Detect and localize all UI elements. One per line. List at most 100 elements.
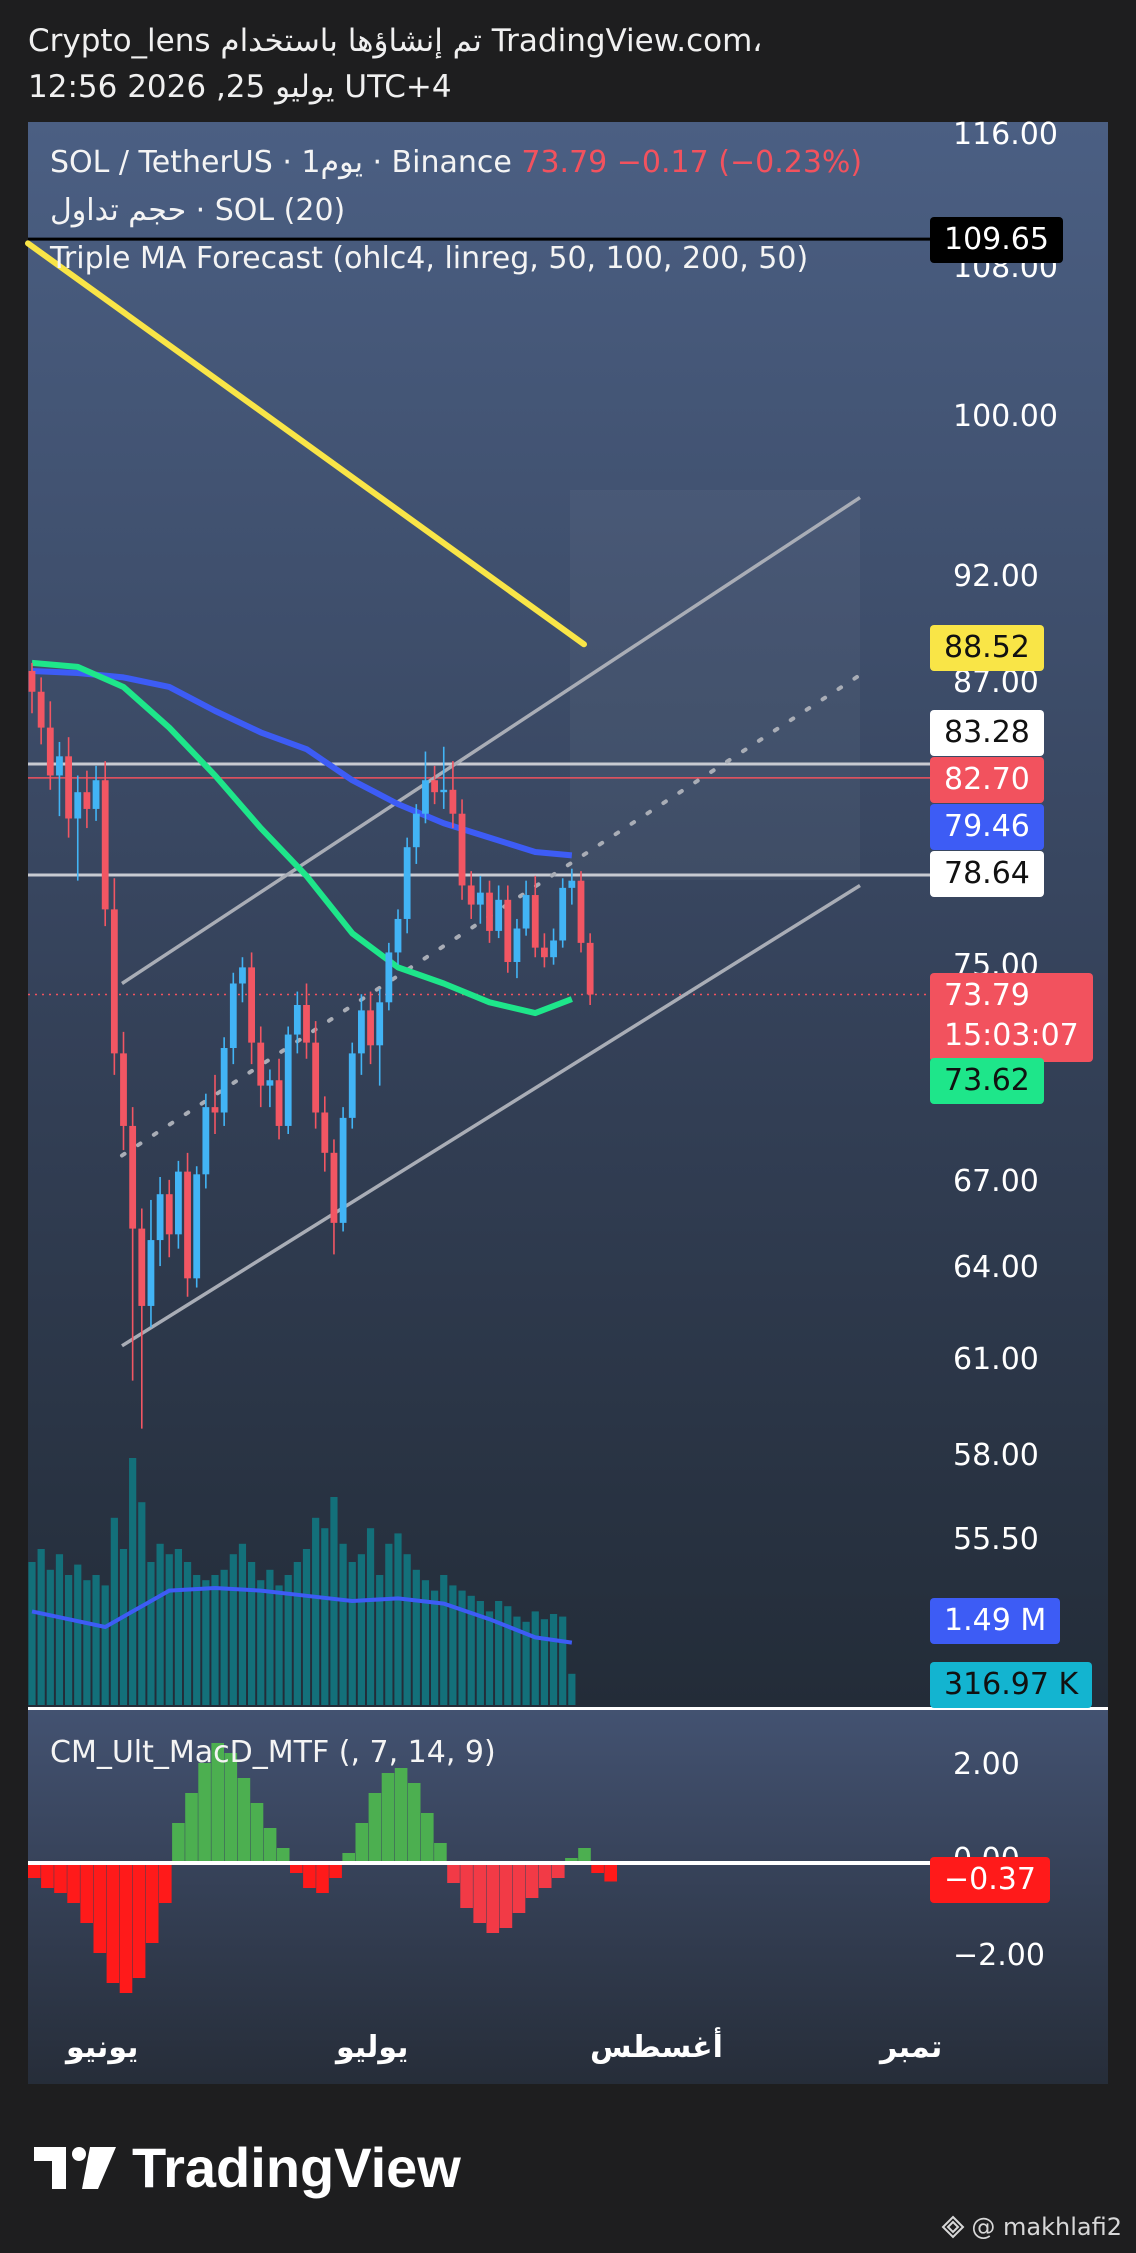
- volume-bar: [101, 1585, 109, 1705]
- volume-bar: [421, 1580, 430, 1705]
- macd-histogram-bar: [93, 1863, 107, 1953]
- volume-bar: [339, 1543, 347, 1705]
- volume-bar: [248, 1562, 256, 1705]
- candle-body: [220, 1048, 228, 1113]
- volume-bar: [275, 1585, 283, 1705]
- price-tick: 116.00: [953, 117, 1058, 152]
- brand-name: TradingView: [132, 2136, 461, 2199]
- candle-body: [175, 1171, 182, 1235]
- volume-bar: [37, 1549, 45, 1705]
- candle-body: [266, 1080, 274, 1086]
- volume-bar: [348, 1562, 356, 1705]
- binance-icon: [941, 2215, 965, 2239]
- volume-bar: [92, 1575, 100, 1705]
- price-tick: 67.00: [953, 1164, 1039, 1199]
- macd-value-tag: −0.37: [930, 1857, 1050, 1903]
- macd-histogram-bar: [381, 1773, 395, 1863]
- candle-body: [486, 892, 493, 931]
- candle-body: [211, 1107, 219, 1113]
- candle-body: [46, 727, 54, 776]
- candle-body: [403, 847, 411, 919]
- tradingview-logo[interactable]: TradingView: [32, 2135, 461, 2200]
- last-price-label: 73.79: [944, 978, 1030, 1013]
- candle-body: [101, 780, 109, 910]
- macd-histogram-bar: [394, 1768, 408, 1863]
- symbol-legend[interactable]: SOL / TetherUS · 1يوم · Binance 73.79 −0…: [50, 145, 862, 180]
- macd-histogram-bar: [303, 1863, 316, 1888]
- macd-histogram-bar: [198, 1763, 211, 1863]
- macd-histogram-bar: [434, 1843, 447, 1863]
- candle-body: [541, 947, 548, 958]
- macd-histogram-bar: [525, 1863, 539, 1898]
- volume-bar: [83, 1580, 91, 1705]
- candle-body: [367, 1010, 374, 1046]
- candle-body: [513, 928, 521, 962]
- candle-body: [165, 1194, 173, 1235]
- candle-body: [321, 1112, 329, 1153]
- candle-body: [467, 885, 475, 905]
- candle-body: [559, 887, 567, 941]
- volume-bar: [74, 1564, 82, 1705]
- candle-body: [37, 691, 45, 728]
- hline-price-tag: 109.65: [930, 217, 1063, 263]
- macd-histogram-bar: [552, 1863, 565, 1878]
- macd-histogram-bar: [172, 1823, 185, 1863]
- volume-bar: [549, 1614, 558, 1705]
- candle-body: [458, 813, 466, 886]
- macd-histogram-bar: [28, 1863, 41, 1878]
- volume-bar: [366, 1528, 375, 1705]
- macd-histogram-bar: [407, 1783, 421, 1863]
- macd-histogram-bar: [486, 1863, 500, 1933]
- candle-body: [248, 967, 255, 1043]
- macd-histogram-bar: [460, 1863, 473, 1908]
- volume-ma-tag: 1.49 M: [930, 1598, 1061, 1644]
- volume-bar: [129, 1458, 137, 1705]
- price-chart[interactable]: [0, 0, 1136, 2253]
- macd-histogram-bar: [54, 1863, 67, 1893]
- macd-histogram-bar: [67, 1863, 80, 1903]
- ma50-tag: 73.62: [930, 1058, 1044, 1104]
- candle-body: [83, 792, 91, 809]
- candle-body: [303, 1005, 310, 1043]
- candle-body: [504, 899, 512, 962]
- macd-legend[interactable]: CM_Ult_MacD_MTF (, 7, 14, 9): [50, 1735, 496, 1770]
- macd-histogram-bar: [316, 1863, 329, 1893]
- candle-body: [577, 880, 585, 943]
- volume-legend[interactable]: حجم تداول · SOL (20): [50, 193, 345, 228]
- candle-body: [275, 1080, 283, 1126]
- volume-bar: [174, 1549, 182, 1705]
- tradingview-logo-icon: [34, 2146, 116, 2189]
- time-tick: يوليو: [336, 2030, 409, 2065]
- candle-body: [312, 1042, 320, 1113]
- volume-bar: [449, 1585, 457, 1705]
- candle-body: [74, 792, 82, 819]
- candle-body: [129, 1125, 137, 1229]
- candle-body: [293, 1005, 301, 1035]
- volume-bar: [293, 1562, 301, 1705]
- forecast-legend[interactable]: Triple MA Forecast (ohlc4, linreg, 50, 1…: [50, 241, 808, 276]
- candle-body: [284, 1034, 292, 1126]
- macd-tick: −2.00: [953, 1938, 1045, 1973]
- macd-histogram-bar: [421, 1813, 434, 1863]
- candle-body: [339, 1117, 347, 1223]
- price-tick: 100.00: [953, 399, 1058, 434]
- volume-bar: [403, 1554, 411, 1705]
- candle-body: [120, 1053, 127, 1126]
- macd-histogram-bar: [41, 1863, 54, 1888]
- credit: @ makhlafi2: [941, 2213, 1122, 2241]
- candle-body: [440, 789, 448, 793]
- macd-histogram-bar: [250, 1803, 264, 1863]
- volume-bar: [55, 1554, 64, 1705]
- candle-body: [495, 899, 503, 931]
- macd-histogram-bar: [512, 1863, 526, 1913]
- last-price-value: 73.79: [521, 145, 608, 180]
- macd-histogram-bar: [276, 1848, 290, 1863]
- volume-bar: [568, 1673, 576, 1705]
- price-tick: 61.00: [953, 1342, 1039, 1377]
- time-tick: يونيو: [66, 2030, 139, 2065]
- macd-histogram-bar: [578, 1848, 591, 1863]
- volume-bar: [165, 1554, 173, 1705]
- candle-body: [257, 1042, 265, 1086]
- volume-bar: [110, 1517, 118, 1705]
- candle-body: [138, 1228, 146, 1306]
